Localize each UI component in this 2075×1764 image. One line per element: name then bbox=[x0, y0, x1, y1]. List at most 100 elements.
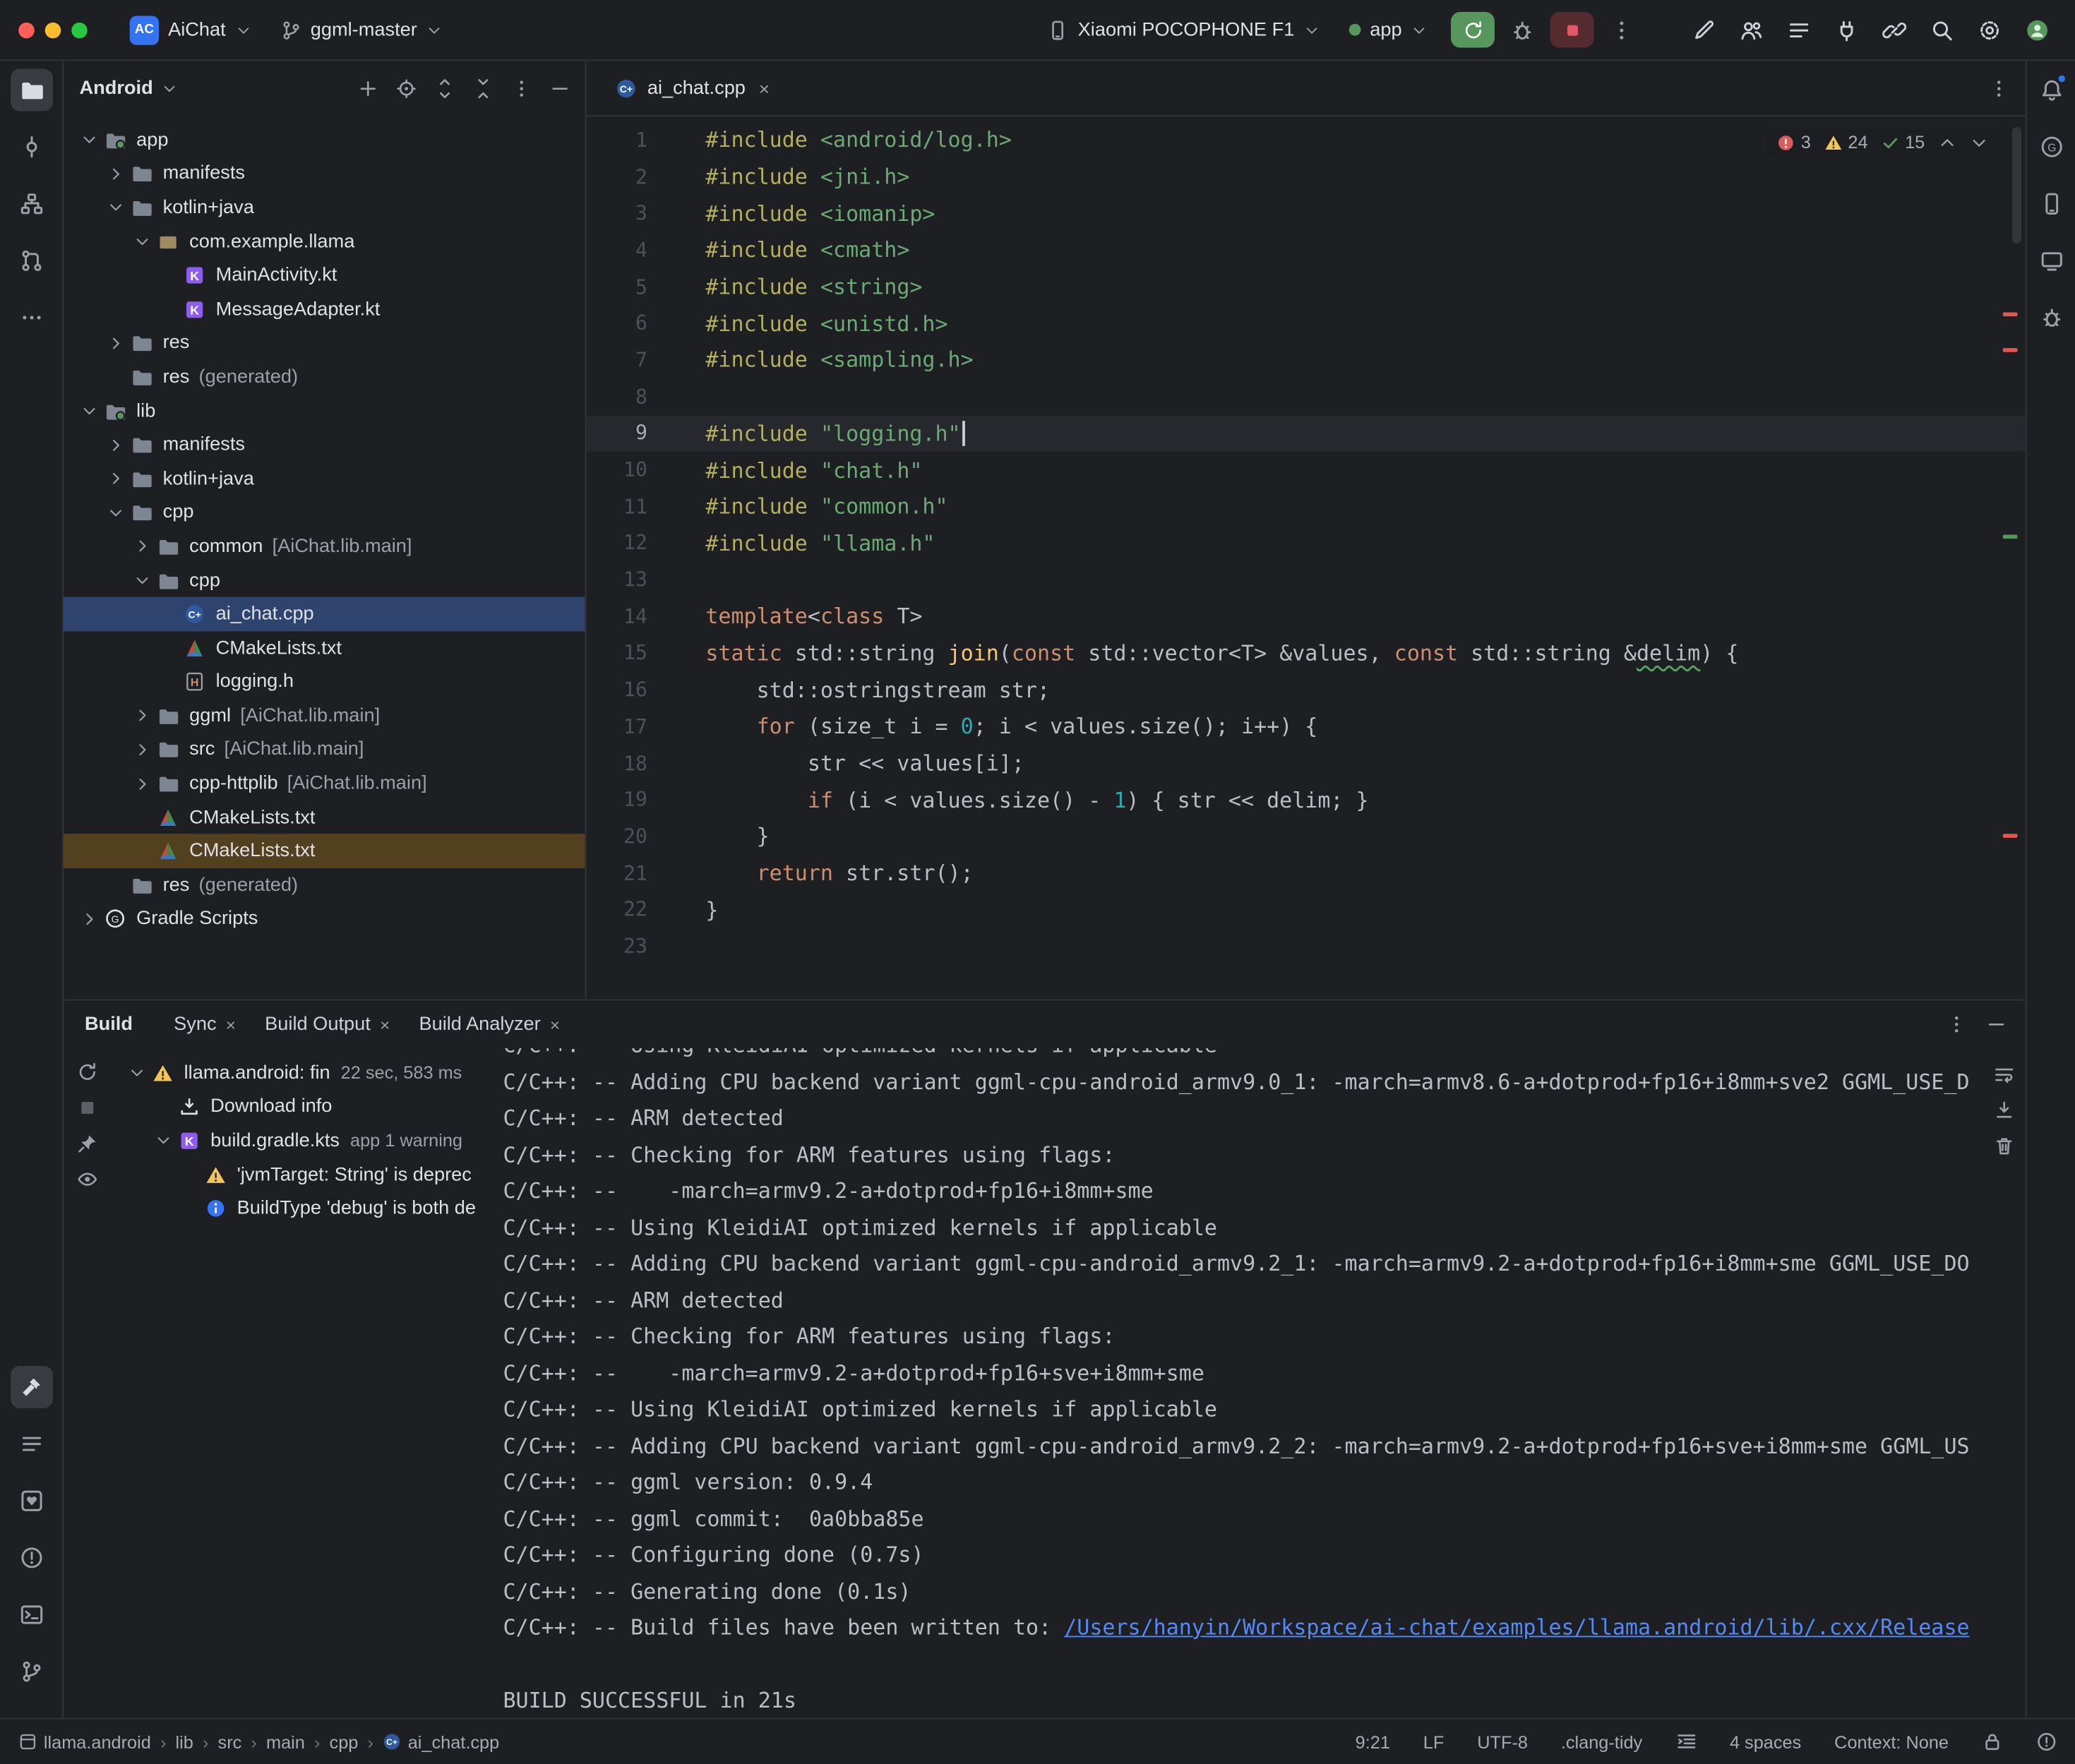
project-item-kotlin-java[interactable]: kotlin+java bbox=[64, 462, 585, 496]
code-line-12[interactable]: 12#include "llama.h" bbox=[587, 525, 2026, 562]
minimize-window-button[interactable] bbox=[45, 22, 61, 38]
breadcrumb-ai-chat-cpp[interactable]: C+ai_chat.cpp bbox=[383, 1732, 499, 1751]
build-tool-icon[interactable] bbox=[10, 1366, 52, 1408]
chevron-right-icon[interactable] bbox=[130, 741, 155, 758]
project-item-ai-chat-cpp[interactable]: C+ai_chat.cpp bbox=[64, 597, 585, 631]
project-selector[interactable]: AC AiChat bbox=[119, 8, 262, 51]
project-item-manifests[interactable]: manifests bbox=[64, 428, 585, 462]
project-item-cpp[interactable]: cpp bbox=[64, 496, 585, 529]
gradle-icon[interactable]: G bbox=[2030, 126, 2072, 168]
rerun-app-button[interactable] bbox=[1451, 12, 1495, 48]
build-tab-sync[interactable]: Sync× bbox=[159, 1001, 250, 1049]
line-separator[interactable]: LF bbox=[1423, 1732, 1445, 1751]
next-issue-icon[interactable] bbox=[1970, 133, 1988, 151]
chevron-right-icon[interactable] bbox=[130, 775, 155, 792]
build-item-llama-android-fin[interactable]: llama.android: fin22 sec, 583 ms bbox=[112, 1056, 501, 1090]
project-item-cpp[interactable]: cpp bbox=[64, 563, 585, 597]
code-line-22[interactable]: 22} bbox=[587, 892, 2026, 928]
error-count[interactable]: 3 bbox=[1777, 133, 1811, 152]
context-selector[interactable]: Context: None bbox=[1834, 1732, 1949, 1751]
line-number[interactable]: 1 bbox=[587, 128, 647, 152]
chevron-down-icon[interactable] bbox=[77, 402, 102, 419]
code-line-5[interactable]: 5#include <string> bbox=[587, 268, 2026, 305]
locate-file-icon[interactable] bbox=[392, 74, 421, 103]
line-number[interactable]: 19 bbox=[587, 788, 647, 812]
add-icon[interactable] bbox=[354, 74, 383, 103]
breadcrumb-llama-android[interactable]: llama.android bbox=[18, 1732, 151, 1751]
line-number[interactable]: 22 bbox=[587, 898, 647, 922]
notifications-status-icon[interactable] bbox=[2036, 1732, 2057, 1753]
logcat-tool-icon[interactable] bbox=[10, 1423, 52, 1465]
project-item-ggml[interactable]: ggml[AiChat.lib.main] bbox=[64, 699, 585, 733]
line-number[interactable]: 5 bbox=[587, 275, 647, 299]
vcs-stripe-mark[interactable] bbox=[2003, 535, 2018, 539]
run-options-kebab[interactable] bbox=[1602, 11, 1642, 49]
code-with-me-icon[interactable] bbox=[1732, 11, 1771, 49]
error-stripe-mark[interactable] bbox=[2003, 313, 2018, 317]
build-item-build-gradle-kts[interactable]: Kbuild.gradle.ktsapp 1 warning bbox=[112, 1124, 501, 1158]
code-line-11[interactable]: 11#include "common.h" bbox=[587, 488, 2026, 525]
code-line-14[interactable]: 14template<class T> bbox=[587, 598, 2026, 635]
close-tab-icon[interactable]: × bbox=[226, 1014, 236, 1034]
project-item-cpp-httplib[interactable]: cpp-httplib[AiChat.lib.main] bbox=[64, 767, 585, 800]
chevron-right-icon[interactable] bbox=[103, 436, 128, 453]
zoom-window-button[interactable] bbox=[71, 22, 88, 38]
line-number[interactable]: 3 bbox=[587, 201, 647, 225]
close-tab-icon[interactable]: × bbox=[550, 1014, 560, 1034]
project-item-messageadapter-kt[interactable]: KMessageAdapter.kt bbox=[64, 292, 585, 326]
line-number[interactable]: 4 bbox=[587, 238, 647, 262]
device-manager-icon[interactable] bbox=[2030, 183, 2072, 225]
version-control-tool-icon[interactable] bbox=[10, 1650, 52, 1693]
project-item-cmakelists-txt[interactable]: CMakeLists.txt bbox=[64, 631, 585, 665]
clear-console-icon[interactable] bbox=[1994, 1136, 2015, 1157]
chevron-down-icon[interactable] bbox=[151, 1132, 177, 1149]
line-number[interactable]: 23 bbox=[587, 935, 647, 959]
debug-app-button[interactable] bbox=[1502, 11, 1542, 49]
chevron-down-icon[interactable] bbox=[124, 1064, 150, 1081]
project-item-res[interactable]: res bbox=[64, 326, 585, 360]
line-number[interactable]: 9 bbox=[587, 421, 647, 445]
editor-tab-ai-chat-cpp[interactable]: C+ ai_chat.cpp × bbox=[599, 61, 785, 115]
code-line-17[interactable]: 17 for (size_t i = 0; i < values.size();… bbox=[587, 708, 2026, 745]
line-number[interactable]: 21 bbox=[587, 861, 647, 885]
line-number[interactable]: 12 bbox=[587, 532, 647, 556]
app-insights-tool-icon[interactable] bbox=[10, 1480, 52, 1522]
line-number[interactable]: 17 bbox=[587, 714, 647, 738]
code-line-19[interactable]: 19 if (i < values.size() - 1) { str << d… bbox=[587, 781, 2026, 818]
code-line-3[interactable]: 3#include <iomanip> bbox=[587, 195, 2026, 232]
pin-tab-icon[interactable] bbox=[77, 1133, 98, 1154]
line-number[interactable]: 7 bbox=[587, 348, 647, 372]
project-item-cmakelists-txt[interactable]: CMakeLists.txt bbox=[64, 800, 585, 834]
caret-position[interactable]: 9:21 bbox=[1356, 1732, 1390, 1751]
code-line-18[interactable]: 18 str << values[i]; bbox=[587, 745, 2026, 781]
running-devices-icon[interactable] bbox=[2030, 239, 2072, 282]
code-line-16[interactable]: 16 std::ostringstream str; bbox=[587, 671, 2026, 708]
hide-build-panel-icon[interactable] bbox=[1986, 1014, 2007, 1035]
chevron-right-icon[interactable] bbox=[130, 538, 155, 555]
indent-size[interactable]: 4 spaces bbox=[1730, 1732, 1801, 1751]
build-tab-build-output[interactable]: Build Output× bbox=[251, 1001, 405, 1049]
stop-build-icon[interactable] bbox=[77, 1097, 98, 1118]
passed-count[interactable]: 15 bbox=[1881, 133, 1925, 152]
project-item-src[interactable]: src[AiChat.lib.main] bbox=[64, 733, 585, 767]
structure-tool-icon[interactable] bbox=[10, 183, 52, 225]
expand-all-icon[interactable] bbox=[430, 74, 459, 103]
ai-actions-icon[interactable] bbox=[1684, 11, 1723, 49]
clang-tidy-widget[interactable]: .clang-tidy bbox=[1561, 1732, 1642, 1751]
breadcrumb-src[interactable]: src bbox=[218, 1732, 242, 1751]
code-line-15[interactable]: 15static std::string join(const std::vec… bbox=[587, 635, 2026, 671]
chevron-down-icon[interactable] bbox=[130, 233, 155, 250]
project-item-res[interactable]: res(generated) bbox=[64, 360, 585, 394]
project-tool-icon[interactable] bbox=[10, 69, 52, 112]
project-item-com-example-llama[interactable]: com.example.llama bbox=[64, 224, 585, 258]
code-line-9[interactable]: 9#include "logging.h" bbox=[587, 415, 2026, 452]
run-config-selector[interactable]: app bbox=[1338, 13, 1437, 47]
code-line-10[interactable]: 10#include "chat.h" bbox=[587, 452, 2026, 488]
build-tab-build-analyzer[interactable]: Build Analyzer× bbox=[405, 1001, 575, 1049]
line-number[interactable]: 18 bbox=[587, 751, 647, 775]
build-options-kebab[interactable] bbox=[1946, 1014, 1967, 1035]
rerun-build-icon[interactable] bbox=[77, 1062, 98, 1083]
profile-avatar-icon[interactable] bbox=[2018, 11, 2057, 49]
breadcrumb-cpp[interactable]: cpp bbox=[330, 1732, 359, 1751]
prev-issue-icon[interactable] bbox=[1938, 133, 1956, 151]
